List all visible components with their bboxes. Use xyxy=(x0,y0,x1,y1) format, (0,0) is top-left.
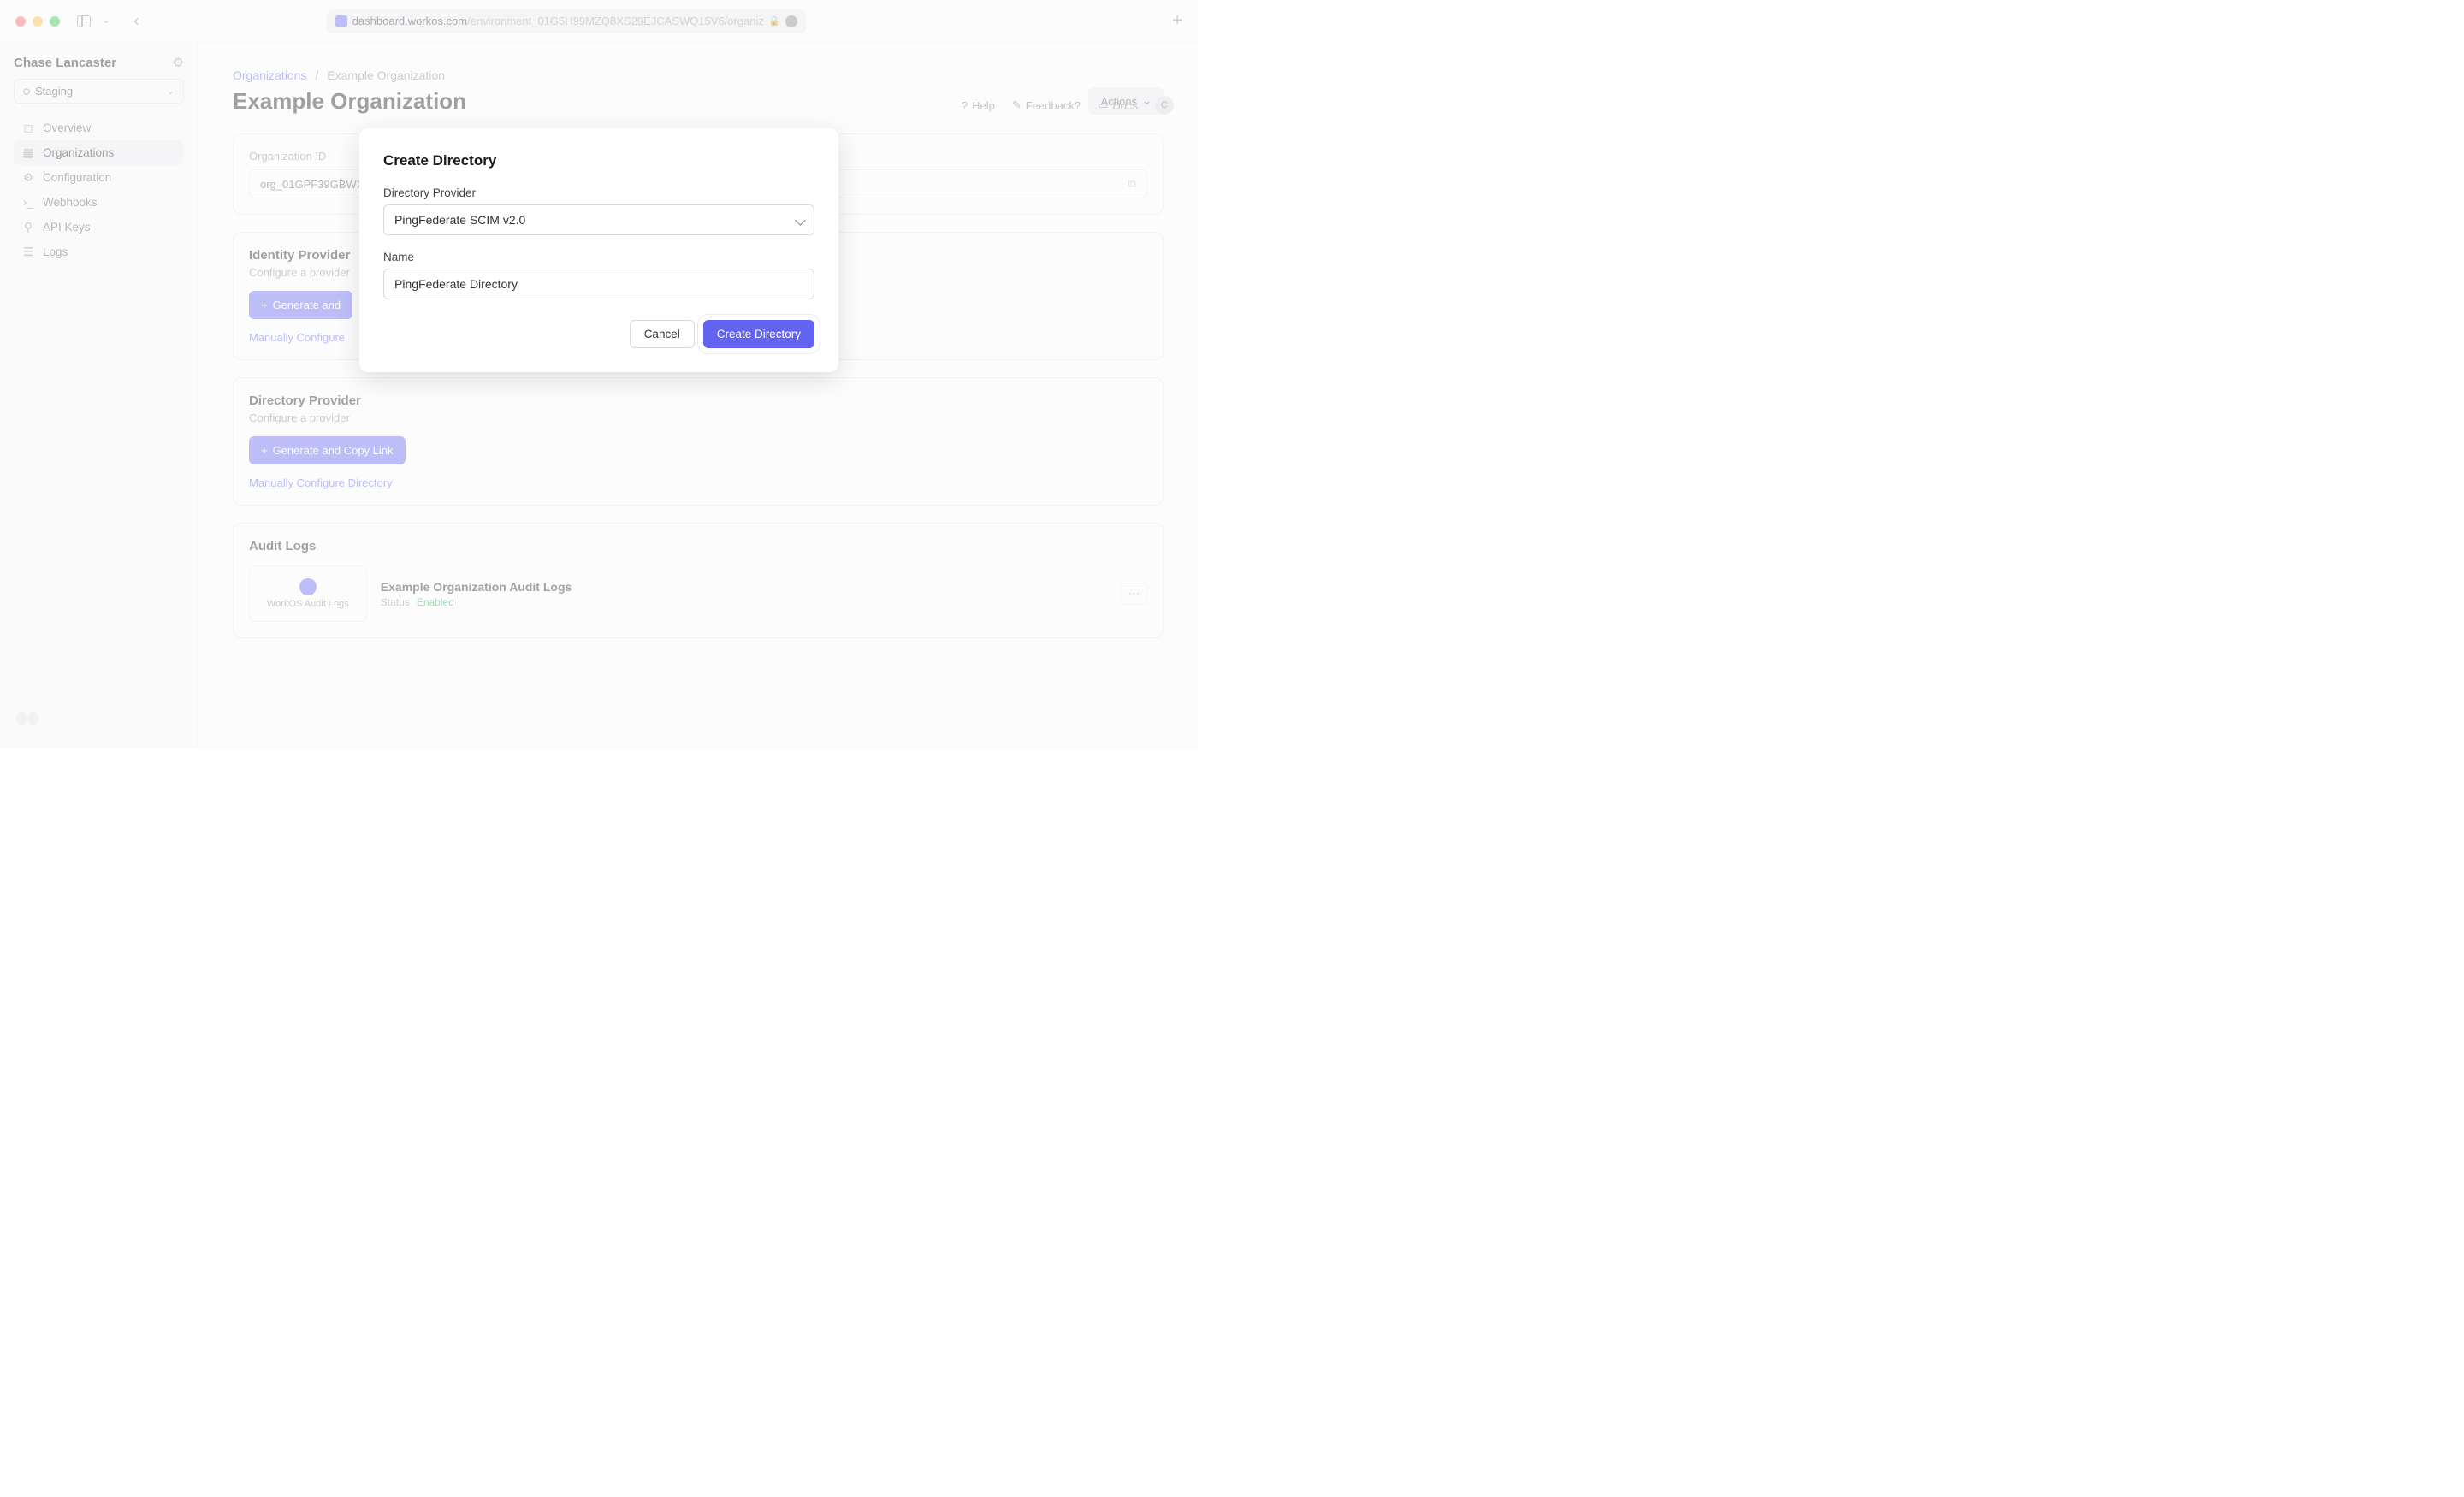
provider-label: Directory Provider xyxy=(383,186,814,199)
directory-name-input[interactable] xyxy=(383,269,814,299)
cancel-button[interactable]: Cancel xyxy=(630,320,695,348)
name-label: Name xyxy=(383,251,814,263)
modal-overlay[interactable]: Create Directory Directory Provider Ping… xyxy=(0,0,1198,748)
create-directory-button[interactable]: Create Directory xyxy=(703,320,814,348)
directory-provider-select[interactable]: PingFederate SCIM v2.0 xyxy=(383,204,814,235)
modal-title: Create Directory xyxy=(383,152,814,169)
create-directory-modal: Create Directory Directory Provider Ping… xyxy=(359,128,838,372)
